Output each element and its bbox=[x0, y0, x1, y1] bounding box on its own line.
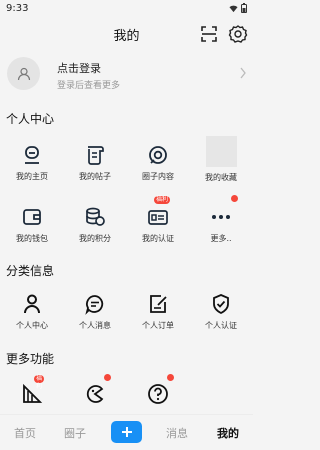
wifi-icon bbox=[229, 5, 238, 12]
section-title-personal: 个人中心 bbox=[6, 112, 55, 126]
grid-item-my-certification[interactable]: 福利 我的认证 bbox=[129, 196, 187, 255]
section-title-category: 分类信息 bbox=[6, 264, 55, 278]
person-icon bbox=[24, 294, 40, 314]
grid-item-label: 我的帖子 bbox=[79, 172, 111, 181]
battery-icon bbox=[241, 3, 247, 13]
add-post-button[interactable] bbox=[111, 421, 142, 443]
grid-item-personal-center[interactable]: 个人中心 bbox=[3, 292, 61, 342]
pacman-icon bbox=[86, 385, 104, 403]
avatar bbox=[7, 57, 40, 90]
grid-item-more[interactable]: 更多.. bbox=[192, 195, 250, 255]
chevron-right-icon bbox=[240, 67, 246, 79]
wallet-icon bbox=[23, 209, 41, 225]
status-icons bbox=[229, 3, 247, 13]
message-icon bbox=[85, 295, 104, 315]
welfare-badge: 福利 bbox=[34, 375, 45, 390]
bottom-nav: 首页 圈子 消息 我的 bbox=[0, 414, 253, 450]
gear-icon[interactable] bbox=[228, 24, 248, 44]
grid-item-personal-certification[interactable]: 个人认证 bbox=[192, 292, 250, 342]
tab-mine[interactable]: 我的 bbox=[217, 425, 239, 441]
grid-item-my-posts[interactable]: 我的帖子 bbox=[66, 143, 124, 193]
grid-item-label: 我的主页 bbox=[16, 172, 48, 181]
grid-item-circle-content[interactable]: 圈子内容 bbox=[129, 143, 187, 193]
grid-item-my-favorites[interactable]: 我的收藏 bbox=[192, 136, 250, 186]
login-card[interactable]: 点击登录 登录后查看更多 bbox=[0, 51, 253, 97]
image-placeholder bbox=[205, 136, 237, 167]
target-circle-icon bbox=[149, 146, 167, 164]
tab-messages[interactable]: 消息 bbox=[166, 425, 188, 441]
plus-icon bbox=[121, 427, 132, 437]
notification-dot bbox=[231, 195, 238, 202]
robot-face-icon bbox=[25, 146, 39, 164]
grid-item-label: 更多.. bbox=[210, 234, 232, 243]
grid-item-personal-messages[interactable]: 个人消息 bbox=[66, 292, 124, 342]
tab-circle[interactable]: 圈子 bbox=[64, 425, 86, 441]
grid-item-label: 我的认证 bbox=[142, 234, 174, 243]
login-title: 点击登录 bbox=[57, 62, 101, 75]
grid-item-label: 个人消息 bbox=[79, 321, 111, 330]
shield-check-icon bbox=[213, 294, 229, 315]
coins-icon bbox=[86, 207, 105, 226]
grid-item-personal-orders[interactable]: 个人订单 bbox=[129, 292, 187, 342]
grid-item-my-wallet[interactable]: 我的钱包 bbox=[3, 205, 61, 255]
section-title-more: 更多功能 bbox=[6, 352, 55, 366]
grid-item-label: 个人中心 bbox=[16, 321, 48, 330]
welfare-badge: 福利 bbox=[154, 196, 170, 204]
grid-item-my-homepage[interactable]: 我的主页 bbox=[3, 143, 61, 193]
order-icon bbox=[150, 295, 167, 313]
id-card-icon bbox=[148, 210, 168, 225]
top-header: 我的 bbox=[0, 18, 253, 50]
login-subtitle: 登录后查看更多 bbox=[57, 81, 121, 91]
grid-item-label: 我的收藏 bbox=[205, 173, 237, 182]
status-bar: 9:33 bbox=[0, 0, 253, 18]
grid-item-label: 个人订单 bbox=[142, 321, 174, 330]
grid-item-label: 圈子内容 bbox=[142, 172, 174, 181]
notification-dot bbox=[167, 374, 174, 381]
status-time: 9:33 bbox=[6, 3, 29, 14]
more-dots-icon bbox=[212, 215, 230, 219]
grid-item-label: 我的钱包 bbox=[16, 234, 48, 243]
scan-icon[interactable] bbox=[199, 24, 219, 44]
tab-home[interactable]: 首页 bbox=[14, 425, 36, 441]
grid-item-label: 个人认证 bbox=[205, 321, 237, 330]
grid-item-label: 我的积分 bbox=[79, 234, 111, 243]
help-icon bbox=[148, 384, 168, 404]
scroll-icon bbox=[88, 146, 104, 165]
grid-item-my-points[interactable]: 我的积分 bbox=[66, 205, 124, 255]
user-icon bbox=[17, 67, 30, 80]
notification-dot bbox=[104, 374, 111, 381]
